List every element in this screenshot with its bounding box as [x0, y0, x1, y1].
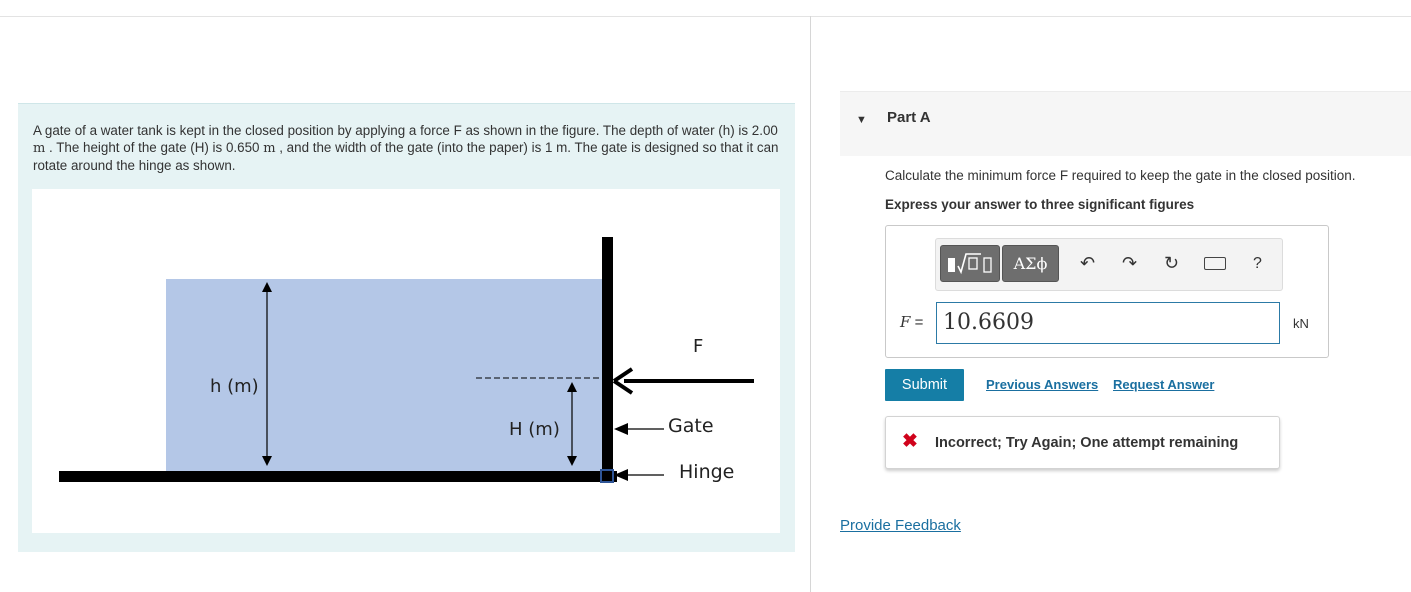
- label-hinge: Hinge: [679, 461, 734, 483]
- part-title: Part A: [887, 109, 931, 126]
- question-text: Calculate the minimum force F required t…: [885, 168, 1356, 183]
- problem-statement: A gate of a water tank is kept in the cl…: [33, 122, 783, 174]
- problem-figure: h (m) H (m) F Gate Hinge: [32, 189, 780, 533]
- tank-wall: [602, 237, 613, 482]
- answer-input[interactable]: 10.6609: [936, 302, 1280, 344]
- label-F: F: [693, 336, 703, 357]
- previous-answers-link[interactable]: Previous Answers: [986, 377, 1098, 392]
- help-icon[interactable]: ?: [1253, 254, 1262, 274]
- problem-text-1: A gate of a water tank is kept in the cl…: [33, 123, 778, 138]
- gate-pointer-head: [614, 423, 628, 435]
- answer-container: ΑΣϕ ↶ ↷ ↻ ? F = 10.6609 kN: [885, 225, 1329, 358]
- caret-down-icon[interactable]: ▼: [856, 114, 867, 126]
- submit-button[interactable]: Submit: [885, 369, 964, 401]
- unit-m: m: [33, 141, 46, 156]
- page: A gate of a water tank is kept in the cl…: [0, 0, 1411, 592]
- equals-sign: =: [910, 314, 924, 331]
- column-divider: [810, 16, 811, 592]
- templates-button[interactable]: [940, 245, 1000, 282]
- math-toolbar: ΑΣϕ ↶ ↷ ↻ ?: [935, 238, 1283, 291]
- gate-diagram: h (m) H (m) F Gate Hinge: [59, 237, 754, 483]
- undo-icon[interactable]: ↶: [1080, 253, 1095, 273]
- keyboard-icon[interactable]: [1204, 257, 1226, 270]
- answer-variable-label: F =: [900, 313, 923, 331]
- variable-name: F: [900, 313, 911, 331]
- label-H: H (m): [509, 419, 560, 440]
- top-divider: [0, 16, 1411, 17]
- problem-panel: A gate of a water tank is kept in the cl…: [18, 103, 795, 552]
- reset-icon[interactable]: ↻: [1164, 253, 1179, 273]
- redo-icon[interactable]: ↷: [1122, 253, 1137, 273]
- unit-m: m: [263, 141, 276, 156]
- label-h: h (m): [210, 376, 259, 397]
- answer-unit: kN: [1293, 316, 1309, 331]
- x-icon: ✖: [902, 431, 918, 452]
- tank-floor: [59, 471, 617, 482]
- answer-instruction: Express your answer to three significant…: [885, 197, 1195, 212]
- templates-sqrt-icon: [948, 253, 992, 275]
- problem-text-2: . The height of the gate (H) is 0.650: [45, 140, 264, 155]
- request-answer-link[interactable]: Request Answer: [1113, 377, 1214, 392]
- greek-symbols-button[interactable]: ΑΣϕ: [1002, 245, 1059, 282]
- part-a-header[interactable]: ▼ Part A: [840, 91, 1411, 156]
- feedback-text: Incorrect; Try Again; One attempt remain…: [935, 435, 1239, 451]
- provide-feedback-link[interactable]: Provide Feedback: [840, 517, 961, 534]
- feedback-message: ✖ Incorrect; Try Again; One attempt rema…: [885, 416, 1280, 469]
- label-gate: Gate: [668, 415, 714, 437]
